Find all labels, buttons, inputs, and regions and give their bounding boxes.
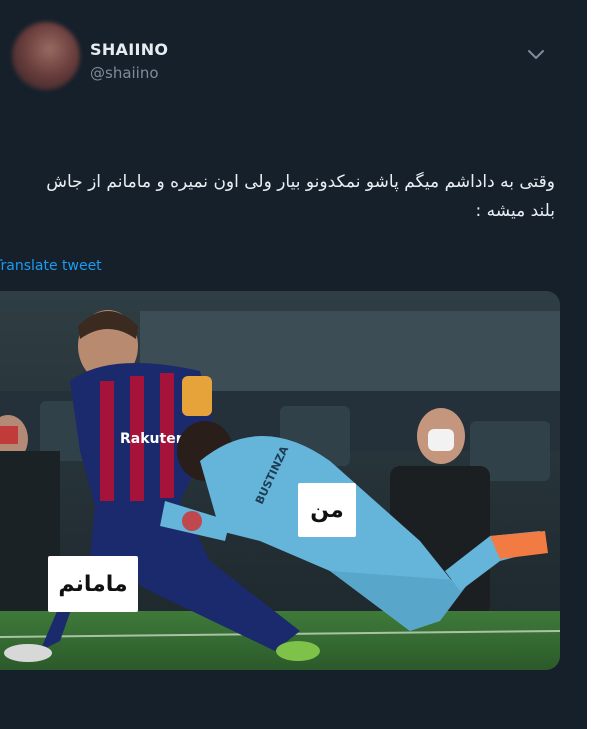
tweet-text: وقتی به داداشم میگم پاشو نمکدونو بیار ول… bbox=[46, 172, 555, 221]
display-name[interactable]: SHAIINO bbox=[90, 40, 168, 59]
tweet-card: SHAIINO @shaiino وقتی به داداشم میگم پاش… bbox=[0, 0, 587, 729]
avatar[interactable] bbox=[12, 22, 80, 90]
meme-image: Rakuten BUSTINZA bbox=[0, 291, 560, 670]
caption-me: من bbox=[298, 483, 356, 537]
translate-tweet-link[interactable]: Translate tweet bbox=[0, 258, 102, 274]
user-handle[interactable]: @shaiino bbox=[90, 64, 159, 82]
chevron-down-icon[interactable] bbox=[524, 42, 548, 66]
caption-mom: مامانم bbox=[48, 556, 138, 612]
jersey-sponsor: Rakuten bbox=[120, 431, 186, 447]
tweet-media[interactable]: Rakuten BUSTINZA bbox=[0, 291, 560, 670]
